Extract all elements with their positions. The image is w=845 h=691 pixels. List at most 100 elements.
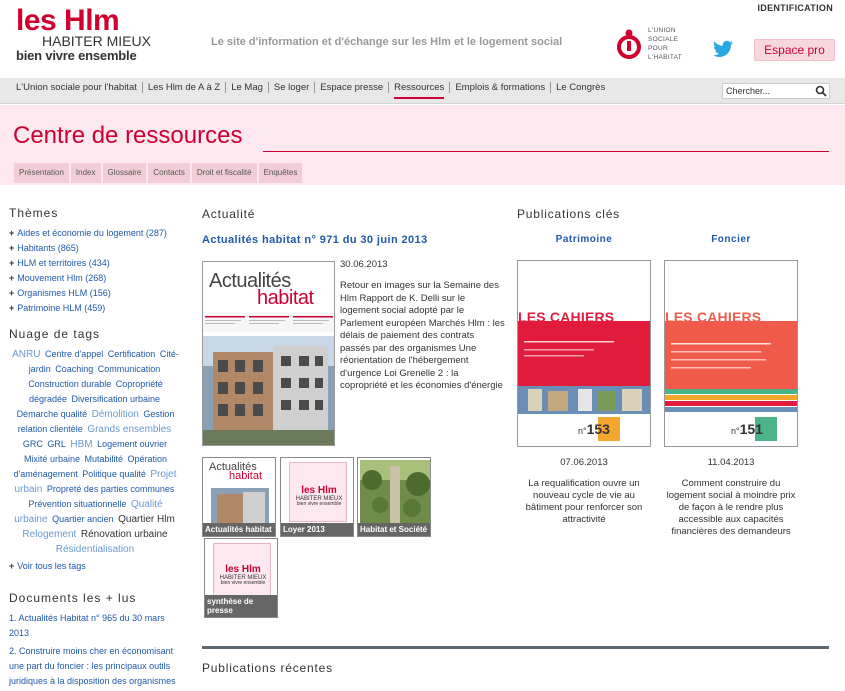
identification-link[interactable]: IDENTIFICATION [757, 3, 833, 13]
espace-pro-button[interactable]: Espace pro [754, 39, 835, 61]
nav-item[interactable]: Ressources [389, 82, 451, 99]
theme-item[interactable]: + Organismes HLM (156) [9, 286, 167, 301]
section-tab[interactable]: Enquêtes [258, 163, 303, 183]
section-tab[interactable]: Glossaire [102, 163, 147, 183]
pub-description: La requalification ouvre un nouveau cycl… [525, 478, 643, 525]
twitter-icon[interactable] [713, 40, 733, 58]
tag-link[interactable]: GRL [47, 439, 66, 449]
tag-link[interactable]: Quartier ancien [52, 514, 114, 524]
theme-item[interactable]: + Patrimoine HLM (459) [9, 301, 167, 316]
themes-list: + Aides et économie du logement (287) + Hab… [9, 226, 167, 316]
thumb-hlm-logo: les Hlm HABITER MIEUX bien vivre ensembl… [219, 565, 267, 586]
cahier-cover-art [518, 261, 650, 441]
plus-icon: + [9, 228, 15, 238]
tag-link[interactable]: Prévention situationnelle [28, 499, 126, 509]
search-input[interactable] [722, 83, 830, 99]
cahier-cover-patrimoine[interactable]: LES CAHIERS n°153 [517, 260, 651, 447]
theme-item[interactable]: + Habitants (865) [9, 241, 167, 256]
tag-link[interactable]: Relogement [22, 529, 76, 540]
thumb-caption: Loyer 2013 [281, 523, 353, 536]
section-tabs: Présentation Index Glossaire Contacts Droit … [14, 163, 303, 183]
tag-link[interactable]: Construction durable [28, 379, 111, 389]
thumb-actualites-habitat[interactable]: Actualités habitat Actualités habitat [202, 457, 276, 537]
mini-logo-sub2: bien vivre ensemble [220, 580, 266, 586]
thumb-garden-image [360, 460, 430, 524]
theme-item[interactable]: + Mouvement Hlm (268) [9, 271, 167, 286]
site-tagline: Le site d'information et d'échange sur l… [211, 36, 563, 48]
thumb-loyer-2013[interactable]: les Hlm HABITER MIEUX bien vivre ensembl… [280, 457, 354, 537]
tag-link[interactable]: Logement ouvrier [97, 439, 167, 449]
tag-link[interactable]: Centre d'appel [45, 349, 103, 359]
cahier-number: n°153 [578, 421, 610, 437]
section-tab[interactable]: Contacts [148, 163, 190, 183]
union-line: SOCIALE [648, 36, 679, 43]
docs-list: 1. Actualités Habitat n° 965 du 30 mars … [9, 611, 184, 691]
tag-link[interactable]: Démarche qualité [17, 409, 88, 419]
tag-link[interactable]: HBM [70, 439, 92, 450]
thumb-caption: Actualités habitat [203, 523, 275, 536]
nav-item[interactable]: Le Mag [226, 82, 269, 93]
plus-icon: + [9, 258, 15, 268]
issue-title-link[interactable]: Actualités habitat n° 971 du 30 juin 201… [202, 234, 428, 246]
tag-link[interactable]: Diversification urbaine [72, 394, 161, 404]
tag-link[interactable]: Mixité urbaine [24, 454, 80, 464]
theme-label: HLM et territoires (434) [17, 258, 110, 268]
issue-summary: Retour en images sur la Semaine des Hlm … [340, 280, 505, 391]
tag-link[interactable]: Démolition [92, 409, 139, 420]
site-logo[interactable]: les Hlm HABITER MIEUX bien vivre ensembl… [16, 6, 151, 63]
doc-link[interactable]: 1. Actualités Habitat n° 965 du 30 mars … [9, 611, 184, 641]
cahier-number-value: 153 [586, 421, 610, 437]
tag-link[interactable]: Propreté des parties communes [47, 484, 175, 494]
thumb-synthese-presse[interactable]: les Hlm HABITER MIEUX bien vivre ensembl… [204, 538, 278, 618]
pub-date: 07.06.2013 [560, 457, 608, 468]
mini-logo-main: les Hlm [301, 485, 337, 496]
search-icon[interactable] [815, 85, 827, 97]
all-tags-label: Voir tous les tags [17, 561, 86, 571]
theme-item[interactable]: + Aides et économie du logement (287) [9, 226, 167, 241]
nav-item[interactable]: Se loger [269, 82, 316, 93]
tag-link[interactable]: Mutabilité [84, 454, 123, 464]
logo-sub2-text: bien vivre ensemble [16, 48, 137, 63]
section-tab[interactable]: Présentation [14, 163, 69, 183]
tag-link[interactable]: GRC [23, 439, 43, 449]
main-navbar: L'Union sociale pour l'habitat Les Hlm de… [0, 78, 845, 104]
tag-link[interactable]: ANRU [12, 349, 40, 360]
recent-publications-heading: Publications récentes [202, 661, 333, 675]
all-tags-link[interactable]: + Voir tous les tags [9, 561, 86, 571]
theme-label: Aides et économie du logement (287) [17, 228, 167, 238]
thumb-cover-word2: habitat [229, 470, 263, 482]
cahier-title: LES CAHIERS [665, 309, 762, 325]
nav-item[interactable]: L'Union sociale pour l'habitat [11, 82, 143, 93]
theme-item[interactable]: + HLM et territoires (434) [9, 256, 167, 271]
cahier-cover-foncier[interactable]: LES CAHIERS n°151 [664, 260, 798, 447]
plus-icon: + [9, 561, 15, 571]
nav-item[interactable]: Le Congrès [551, 82, 610, 93]
pub-patrimoine-link[interactable]: Patrimoine [517, 234, 651, 245]
theme-label: Habitants (865) [17, 243, 79, 253]
tag-link[interactable]: Grands ensembles [87, 424, 171, 435]
doc-link[interactable]: 2. Construire moins cher en économisant … [9, 644, 184, 691]
nav-item[interactable]: Espace presse [315, 82, 390, 93]
pub-foncier-link[interactable]: Foncier [664, 234, 798, 245]
logo-sub-text: HABITER MIEUX [42, 33, 151, 49]
thumb-habitat-societe[interactable]: Habitat et Société [357, 457, 431, 537]
issue-cover[interactable]: Actualités habitat [202, 261, 335, 446]
tag-link[interactable]: Certification [108, 349, 156, 359]
nav-item[interactable]: Emplois & formations [450, 82, 552, 93]
tag-link[interactable]: Résidentialisation [56, 544, 134, 555]
mini-logo-main: les Hlm [225, 564, 261, 575]
tag-link[interactable]: Communication [98, 364, 161, 374]
issue-date: 30.06.2013 [340, 259, 388, 270]
section-tab[interactable]: Droit et fiscalité [191, 163, 257, 183]
tag-link[interactable]: Quartier Hlm [118, 514, 175, 525]
cover-title-line2: habitat [257, 287, 314, 309]
tag-link[interactable]: Politique qualité [82, 469, 146, 479]
tag-link[interactable]: Rénovation urbaine [81, 529, 168, 540]
plus-icon: + [9, 273, 15, 283]
nav-item[interactable]: Les Hlm de A à Z [143, 82, 227, 93]
theme-label: Patrimoine HLM (459) [17, 303, 106, 313]
union-sociale-logo[interactable]: L'UNION SOCIALE POUR L'HABITAT [616, 26, 682, 62]
section-tab[interactable]: Index [70, 163, 101, 183]
main-nav: L'Union sociale pour l'habitat Les Hlm de… [11, 82, 610, 99]
tag-link[interactable]: Coaching [55, 364, 93, 374]
